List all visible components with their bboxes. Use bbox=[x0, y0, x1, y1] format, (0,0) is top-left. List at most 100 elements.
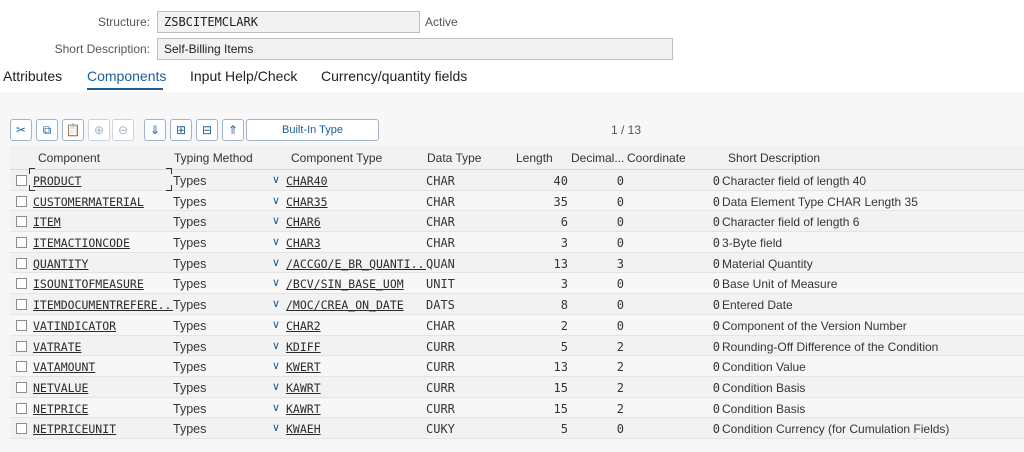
component-name[interactable]: ITEMDOCUMENTREFERE... bbox=[33, 298, 173, 312]
length-value[interactable]: 3 bbox=[510, 277, 568, 291]
header-typing-method[interactable]: Typing Method bbox=[174, 151, 253, 165]
header-data-type[interactable]: Data Type bbox=[427, 151, 481, 165]
component-name[interactable]: QUANTITY bbox=[33, 257, 173, 271]
tab-input-help-check[interactable]: Input Help/Check bbox=[190, 68, 297, 84]
typing-method[interactable]: Types bbox=[173, 215, 206, 229]
component-type[interactable]: CHAR2 bbox=[286, 319, 426, 333]
chevron-down-icon[interactable]: ∨ bbox=[272, 359, 280, 372]
component-name[interactable]: CUSTOMERMATERIAL bbox=[33, 195, 173, 209]
coordinate-value[interactable]: 0 bbox=[628, 340, 720, 354]
header-component-type[interactable]: Component Type bbox=[291, 151, 382, 165]
length-value[interactable]: 6 bbox=[510, 215, 568, 229]
chevron-down-icon[interactable]: ∨ bbox=[272, 421, 280, 434]
component-name[interactable]: NETPRICE bbox=[33, 402, 173, 416]
add-row-icon[interactable]: ⊕ bbox=[88, 119, 110, 141]
tab-currency-quantity-fields[interactable]: Currency/quantity fields bbox=[321, 68, 467, 84]
typing-method[interactable]: Types bbox=[173, 298, 206, 312]
chevron-down-icon[interactable]: ∨ bbox=[272, 297, 280, 310]
chevron-down-icon[interactable]: ∨ bbox=[272, 318, 280, 331]
row-select-checkbox[interactable] bbox=[16, 175, 27, 186]
data-type[interactable]: CHAR bbox=[426, 174, 455, 188]
table-row[interactable]: VATINDICATOR Types ∨ CHAR2 CHAR 2 0 0 Component … bbox=[10, 314, 1024, 336]
decimal-value[interactable]: 2 bbox=[570, 381, 624, 395]
data-type[interactable]: CHAR bbox=[426, 319, 455, 333]
row-select-checkbox[interactable] bbox=[16, 278, 27, 290]
data-type[interactable]: CHAR bbox=[426, 215, 455, 229]
component-name[interactable]: ITEM bbox=[33, 215, 173, 229]
typing-method[interactable]: Types bbox=[173, 381, 206, 395]
decimal-value[interactable]: 2 bbox=[570, 340, 624, 354]
table-row[interactable]: CUSTOMERMATERIAL Types ∨ CHAR35 CHAR 35 0 0 Data… bbox=[10, 190, 1024, 212]
typing-method[interactable]: Types bbox=[173, 236, 206, 250]
row-select-checkbox[interactable] bbox=[16, 381, 27, 393]
data-type[interactable]: DATS bbox=[426, 298, 455, 312]
component-type[interactable]: /ACCGO/E_BR_QUANTI... bbox=[286, 257, 426, 271]
decimal-value[interactable]: 0 bbox=[570, 195, 624, 209]
decimal-value[interactable]: 2 bbox=[570, 402, 624, 416]
data-type[interactable]: CURR bbox=[426, 402, 455, 416]
header-short-description[interactable]: Short Description bbox=[728, 151, 820, 165]
row-select-checkbox[interactable] bbox=[16, 423, 27, 435]
decimal-value[interactable]: 0 bbox=[570, 422, 624, 436]
component-type[interactable]: CHAR35 bbox=[286, 195, 426, 209]
chevron-down-icon[interactable]: ∨ bbox=[272, 256, 280, 269]
row-select-checkbox[interactable] bbox=[16, 237, 27, 249]
component-type[interactable]: KWERT bbox=[286, 360, 426, 374]
coordinate-value[interactable]: 0 bbox=[628, 236, 720, 250]
coordinate-value[interactable]: 0 bbox=[628, 174, 720, 188]
table-row[interactable]: ITEMACTIONCODE Types ∨ CHAR3 CHAR 3 0 0 3-Byte f… bbox=[10, 232, 1024, 253]
chevron-down-icon[interactable]: ∨ bbox=[272, 339, 280, 352]
component-type[interactable]: /BCV/SIN_BASE_UOM bbox=[286, 277, 426, 291]
component-type[interactable]: KAWRT bbox=[286, 402, 426, 416]
component-type[interactable]: KDIFF bbox=[286, 340, 426, 354]
collapse-all-icon[interactable]: ⇑ bbox=[222, 119, 244, 141]
data-type[interactable]: CHAR bbox=[426, 195, 455, 209]
cut-icon[interactable]: ✂ bbox=[10, 119, 32, 141]
table-row[interactable]: ITEM Types ∨ CHAR6 CHAR 6 0 0 Character field of… bbox=[10, 211, 1024, 233]
data-type[interactable]: QUAN bbox=[426, 257, 455, 271]
short-description-field[interactable]: Self-Billing Items bbox=[157, 38, 673, 60]
insert-row-icon[interactable]: ⊞ bbox=[170, 119, 192, 141]
row-select-checkbox[interactable] bbox=[16, 195, 27, 207]
delete-field-icon[interactable]: ⊟ bbox=[196, 119, 218, 141]
typing-method[interactable]: Types bbox=[173, 319, 206, 333]
typing-method[interactable]: Types bbox=[173, 277, 206, 291]
chevron-down-icon[interactable]: ∨ bbox=[272, 173, 280, 186]
length-value[interactable]: 13 bbox=[510, 257, 568, 271]
component-name[interactable]: NETVALUE bbox=[33, 381, 173, 395]
table-row[interactable]: NETVALUE Types ∨ KAWRT CURR 15 2 0 Condition Bas… bbox=[10, 376, 1024, 398]
table-row[interactable]: NETPRICEUNIT Types ∨ KWAEH CUKY 5 0 0 Condition … bbox=[10, 418, 1024, 439]
decimal-value[interactable]: 2 bbox=[570, 360, 624, 374]
row-select-checkbox[interactable] bbox=[16, 257, 27, 269]
header-length[interactable]: Length bbox=[516, 151, 553, 165]
typing-method[interactable]: Types bbox=[173, 402, 206, 416]
table-row[interactable]: ISOUNITOFMEASURE Types ∨ /BCV/SIN_BASE_UOM U… bbox=[10, 273, 1024, 295]
chevron-down-icon[interactable]: ∨ bbox=[272, 401, 280, 414]
decimal-value[interactable]: 3 bbox=[570, 257, 624, 271]
paste-icon[interactable]: 📋 bbox=[62, 119, 84, 141]
table-row[interactable]: NETPRICE Types ∨ KAWRT CURR 15 2 0 Condition Bas… bbox=[10, 397, 1024, 419]
component-type[interactable]: KAWRT bbox=[286, 381, 426, 395]
table-row[interactable]: ITEMDOCUMENTREFERE... Types ∨ /MOC/CREA_ON_… bbox=[10, 294, 1024, 315]
component-type[interactable]: CHAR6 bbox=[286, 215, 426, 229]
decimal-value[interactable]: 0 bbox=[570, 298, 624, 312]
length-value[interactable]: 5 bbox=[510, 422, 568, 436]
decimal-value[interactable]: 0 bbox=[570, 319, 624, 333]
component-name[interactable]: ITEMACTIONCODE bbox=[33, 236, 173, 250]
decimal-value[interactable]: 0 bbox=[570, 174, 624, 188]
component-name[interactable]: VATAMOUNT bbox=[33, 360, 173, 374]
coordinate-value[interactable]: 0 bbox=[628, 277, 720, 291]
row-select-checkbox[interactable] bbox=[16, 299, 27, 311]
chevron-down-icon[interactable]: ∨ bbox=[272, 235, 280, 248]
component-name[interactable]: ISOUNITOFMEASURE bbox=[33, 277, 173, 291]
coordinate-value[interactable]: 0 bbox=[628, 298, 720, 312]
length-value[interactable]: 15 bbox=[510, 381, 568, 395]
coordinate-value[interactable]: 0 bbox=[628, 402, 720, 416]
row-select-checkbox[interactable] bbox=[16, 340, 27, 352]
coordinate-value[interactable]: 0 bbox=[628, 195, 720, 209]
table-row[interactable]: PRODUCT Types ∨ CHAR40 CHAR 40 0 0 Character fie… bbox=[10, 170, 1024, 191]
chevron-down-icon[interactable]: ∨ bbox=[272, 380, 280, 393]
component-type[interactable]: CHAR3 bbox=[286, 236, 426, 250]
header-decimal[interactable]: Decimal... bbox=[571, 151, 624, 165]
component-name[interactable]: VATRATE bbox=[33, 340, 173, 354]
